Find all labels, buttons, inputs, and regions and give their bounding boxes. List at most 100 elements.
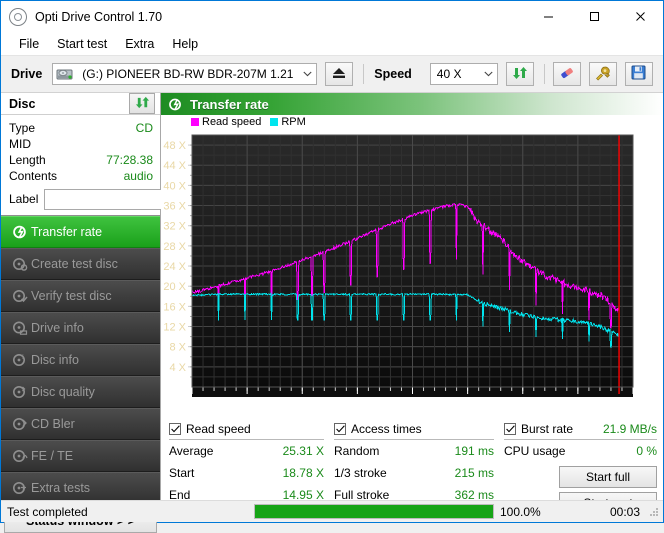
read-speed-checkbox[interactable] [169, 423, 181, 435]
svg-text:20 X: 20 X [163, 281, 186, 293]
menu-start-test[interactable]: Start test [48, 35, 116, 53]
cd-bler-icon [9, 416, 31, 432]
disc-row-type: Type CD [9, 120, 153, 136]
chevron-down-icon[interactable] [299, 64, 316, 84]
drive-label: Drive [11, 67, 42, 81]
read-speed-checkbox-row[interactable]: Read speed [169, 420, 324, 440]
stat-row-average: Average 25.31 X [169, 440, 324, 462]
disc-info-icon: i [9, 352, 31, 368]
stat-value-third-stroke: 215 ms [455, 466, 494, 480]
menu-bar: File Start test Extra Help [1, 32, 663, 56]
svg-text:10: 10 [241, 398, 253, 410]
chart-title: Transfer rate [190, 97, 269, 112]
eject-icon [331, 66, 347, 83]
sidebar-item-fe-te[interactable]: FE / TE [1, 440, 160, 472]
access-times-checkbox-row[interactable]: Access times [334, 420, 494, 440]
toolbar-separator-1 [363, 64, 364, 84]
menu-help[interactable]: Help [163, 35, 207, 53]
access-times-checkbox[interactable] [334, 423, 346, 435]
sidebar-item-disc-quality[interactable]: Disc quality [1, 376, 160, 408]
svg-text:40: 40 [406, 398, 418, 410]
disc-row-contents-key: Contents [9, 169, 57, 183]
stat-row-cpu-usage: CPU usage 0 % [504, 440, 657, 462]
stat-value-start: 18.78 X [283, 466, 324, 480]
stat-row-random: Random 191 ms [334, 440, 494, 462]
menu-file[interactable]: File [10, 35, 48, 53]
burst-rate-value: 21.9 MB/s [603, 422, 657, 436]
tools-button[interactable] [589, 62, 617, 86]
title-bar: Opti Drive Control 1.70 [1, 1, 663, 32]
svg-text:30: 30 [351, 398, 363, 410]
transfer-rate-icon [9, 224, 31, 240]
stat-key-random: Random [334, 444, 379, 458]
sidebar-item-label: Verify test disc [31, 289, 112, 303]
sidebar-item-drive-info[interactable]: Drive info [1, 312, 160, 344]
stat-key-average: Average [169, 444, 213, 458]
refresh-icon [512, 65, 528, 84]
speed-select[interactable]: 40 X [430, 63, 498, 85]
disc-quality-icon [9, 384, 31, 400]
minimize-icon[interactable] [525, 1, 571, 32]
toolbar: Drive (G:) PIONEER BD-RW BDR-207M 1.21 [1, 56, 663, 93]
svg-text:80 min: 80 min [600, 398, 633, 410]
svg-text:4 X: 4 X [169, 362, 186, 374]
drive-select[interactable]: (G:) PIONEER BD-RW BDR-207M 1.21 [52, 63, 317, 85]
legend-item-rpm: RPM [270, 116, 305, 128]
right-panel: Transfer rate Read speed RPM 4 X8 X12 X1… [161, 93, 663, 500]
erase-button[interactable] [553, 62, 581, 86]
statistics-panel: Read speed Average 25.31 X Start 18.78 X… [161, 413, 663, 514]
application-window: Opti Drive Control 1.70 File Start test … [0, 0, 664, 523]
sidebar-item-verify-test-disc[interactable]: Verify test disc [1, 280, 160, 312]
progress-bar-fill [255, 505, 493, 518]
wrench-icon [594, 65, 611, 84]
stat-key-cpu-usage: CPU usage [504, 444, 565, 458]
fe-te-icon [9, 448, 31, 464]
sidebar-item-disc-info[interactable]: i Disc info [1, 344, 160, 376]
sidebar-item-create-test-disc[interactable]: Create test disc [1, 248, 160, 280]
start-full-button[interactable]: Start full [559, 466, 657, 488]
disc-label-row: Label [9, 187, 153, 211]
start-full-row: Start full [504, 464, 657, 488]
sidebar-item-transfer-rate[interactable]: Transfer rate [1, 216, 160, 248]
chart-legend: Read speed RPM [161, 115, 663, 129]
stat-row-third-stroke: 1/3 stroke 215 ms [334, 462, 494, 484]
create-test-disc-icon [9, 256, 31, 272]
disc-row-mid: MID [9, 136, 153, 152]
close-icon[interactable] [617, 1, 663, 32]
progress-percent-label: 100.0% [494, 505, 562, 519]
left-panel: Disc Type CD MID [1, 93, 161, 500]
chart-plot-area[interactable]: 4 X8 X12 X16 X20 X24 X28 X32 X36 X40 X44… [161, 129, 663, 413]
disc-row-length-key: Length [9, 153, 46, 167]
refresh-button[interactable] [506, 62, 534, 86]
extra-tests-icon [9, 480, 31, 496]
save-button[interactable] [625, 62, 653, 86]
eject-button[interactable] [325, 62, 353, 86]
stat-key-third-stroke: 1/3 stroke [334, 466, 387, 480]
legend-label-rpm: RPM [281, 116, 305, 128]
svg-text:32 X: 32 X [163, 221, 186, 233]
sidebar-item-cd-bler[interactable]: CD Bler [1, 408, 160, 440]
legend-label-read-speed: Read speed [202, 116, 261, 128]
stat-key-start: Start [169, 466, 194, 480]
burst-rate-checkbox-row[interactable]: Burst rate 21.9 MB/s [504, 420, 657, 440]
svg-text:40 X: 40 X [163, 180, 186, 192]
chart-header: Transfer rate [161, 93, 663, 115]
resize-grip-icon[interactable] [648, 506, 660, 518]
menu-extra[interactable]: Extra [116, 35, 163, 53]
sidebar-item-label: Disc quality [31, 385, 95, 399]
svg-text:16 X: 16 X [163, 301, 186, 313]
window-controls [525, 1, 663, 32]
elapsed-time-label: 00:03 [562, 505, 648, 519]
maximize-icon[interactable] [571, 1, 617, 32]
disc-icon [9, 8, 27, 26]
read-speed-label: Read speed [186, 422, 251, 436]
burst-rate-checkbox[interactable] [504, 423, 516, 435]
transfer-rate-chart[interactable]: 4 X8 X12 X16 X20 X24 X28 X32 X36 X40 X44… [161, 129, 660, 413]
sidebar-item-label: Drive info [31, 321, 84, 335]
burst-rate-label: Burst rate [521, 422, 573, 436]
disc-refresh-button[interactable] [129, 93, 155, 114]
chevron-down-icon[interactable] [480, 64, 497, 84]
svg-text:i: i [22, 353, 24, 361]
transfer-rate-icon [164, 97, 186, 112]
drive-value: (G:) PIONEER BD-RW BDR-207M 1.21 [76, 67, 299, 81]
